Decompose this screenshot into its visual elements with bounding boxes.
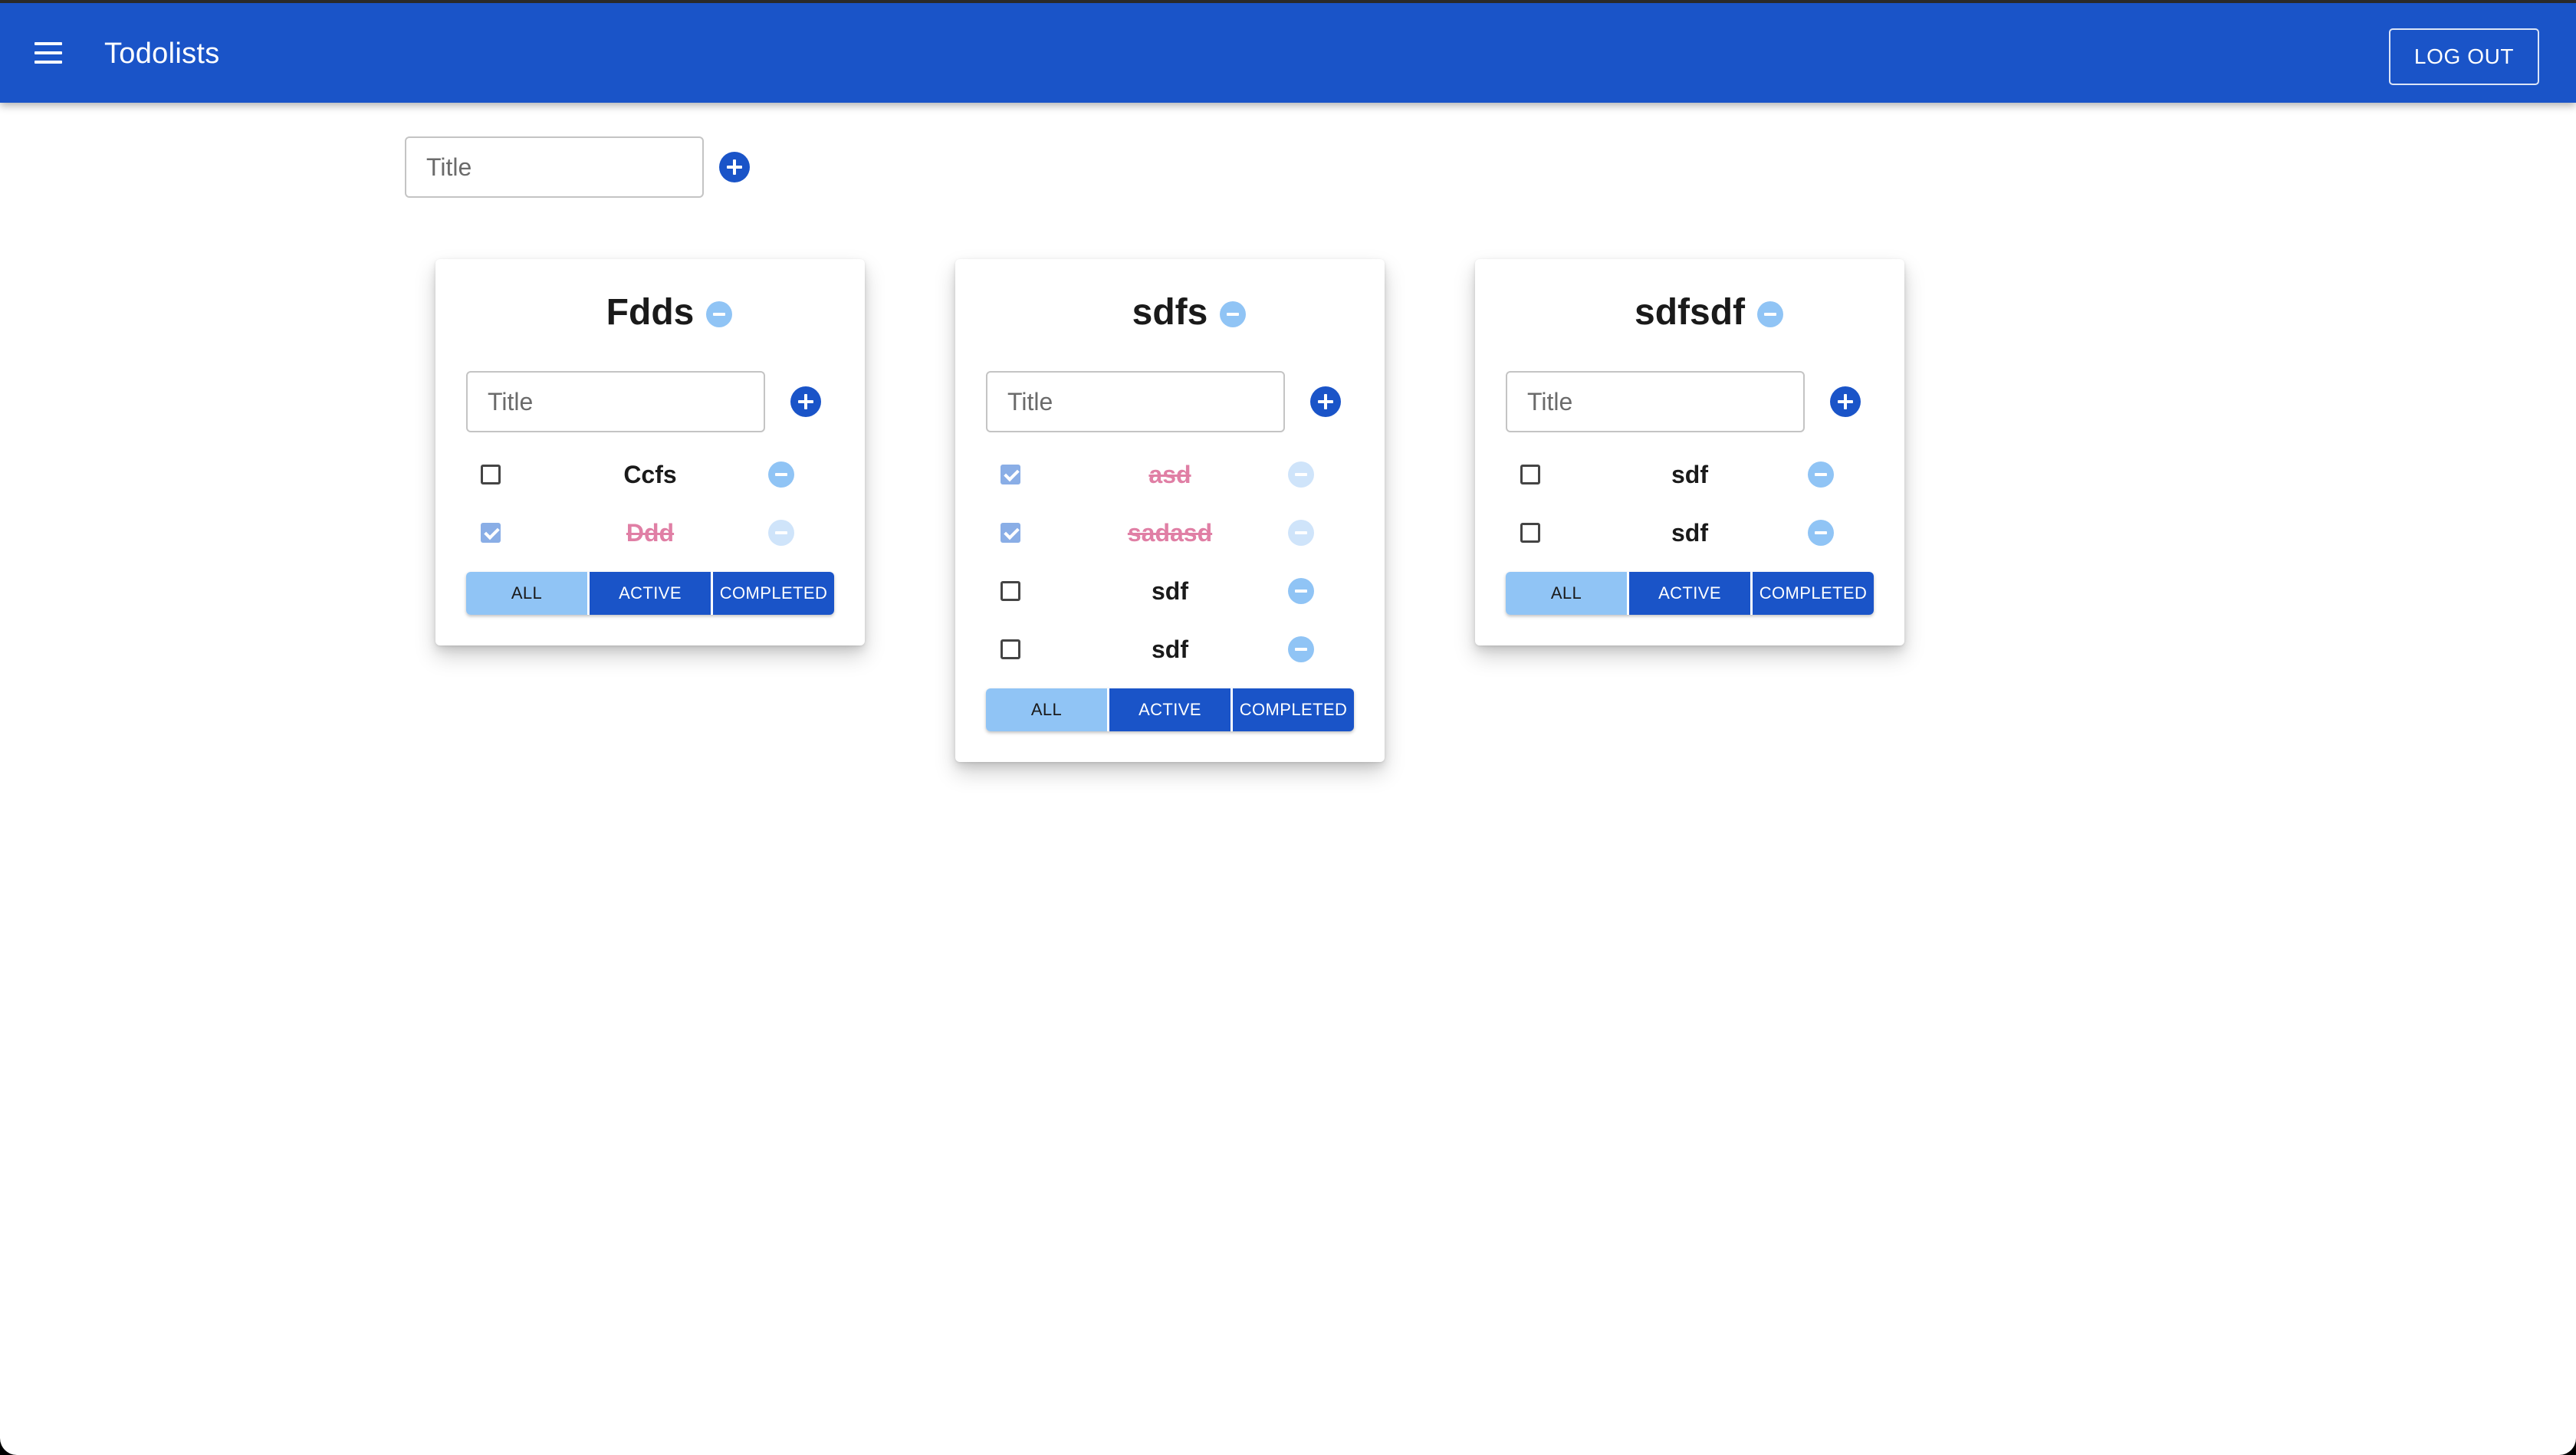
task-item: sdf xyxy=(1475,503,1904,561)
add-task-icon[interactable] xyxy=(1310,386,1341,417)
remove-list-icon[interactable] xyxy=(1220,301,1247,327)
todolist-card: sdfs asd sadasd sdf xyxy=(955,259,1385,762)
remove-task-icon[interactable] xyxy=(1288,520,1314,546)
filter-completed-button[interactable]: COMPLETED xyxy=(711,572,834,615)
new-task-input[interactable] xyxy=(468,373,764,431)
filter-all-button[interactable]: ALL xyxy=(1506,572,1627,615)
task-title[interactable]: sadasd xyxy=(1032,518,1308,547)
task-list: asd sadasd sdf sdf xyxy=(955,445,1385,678)
app-title: Todolists xyxy=(104,38,220,70)
remove-list-icon[interactable] xyxy=(706,301,733,327)
remove-task-icon[interactable] xyxy=(1288,578,1314,604)
task-checkbox[interactable] xyxy=(1001,639,1020,659)
task-item: sdf xyxy=(955,619,1385,678)
remove-task-icon[interactable] xyxy=(1808,520,1834,546)
filter-active-button[interactable]: ACTIVE xyxy=(587,572,711,615)
list-title[interactable]: sdfs xyxy=(1132,292,1208,333)
task-item: sdf xyxy=(1475,445,1904,503)
task-item: sadasd xyxy=(955,503,1385,561)
filter-completed-button[interactable]: COMPLETED xyxy=(1230,688,1354,731)
app-window: Todolists LOG OUT Fdds Ccfs xyxy=(0,0,2576,1455)
filter-button-group: ALL ACTIVE COMPLETED xyxy=(1506,572,1874,615)
filter-all-button[interactable]: ALL xyxy=(986,688,1107,731)
new-list-title-field xyxy=(405,136,704,198)
task-list: sdf sdf xyxy=(1475,445,1904,561)
remove-task-icon[interactable] xyxy=(1808,461,1834,488)
remove-task-icon[interactable] xyxy=(1288,461,1314,488)
task-item: asd xyxy=(955,445,1385,503)
filter-active-button[interactable]: ACTIVE xyxy=(1627,572,1750,615)
add-task-icon[interactable] xyxy=(1830,386,1861,417)
logout-button[interactable]: LOG OUT xyxy=(2389,28,2539,85)
new-task-input[interactable] xyxy=(1507,373,1803,431)
task-title[interactable]: sdf xyxy=(1032,635,1308,664)
filter-button-group: ALL ACTIVE COMPLETED xyxy=(986,688,1354,731)
new-task-field xyxy=(1506,371,1805,432)
list-title[interactable]: sdfsdf xyxy=(1635,292,1745,333)
task-item: Ddd xyxy=(435,503,865,561)
task-checkbox[interactable] xyxy=(481,465,501,484)
filter-active-button[interactable]: ACTIVE xyxy=(1107,688,1230,731)
task-item: Ccfs xyxy=(435,445,865,503)
task-checkbox[interactable] xyxy=(1520,523,1540,543)
task-checkbox[interactable] xyxy=(481,523,501,543)
filter-button-group: ALL ACTIVE COMPLETED xyxy=(466,572,834,615)
task-title[interactable]: sdf xyxy=(1032,576,1308,606)
task-checkbox[interactable] xyxy=(1001,523,1020,543)
menu-icon[interactable] xyxy=(29,36,67,70)
add-list-icon[interactable] xyxy=(719,152,750,182)
task-title[interactable]: Ddd xyxy=(512,518,788,547)
task-title[interactable]: Ccfs xyxy=(512,460,788,489)
add-task-icon[interactable] xyxy=(790,386,821,417)
remove-list-icon[interactable] xyxy=(1757,301,1783,327)
task-checkbox[interactable] xyxy=(1001,465,1020,484)
filter-all-button[interactable]: ALL xyxy=(466,572,587,615)
task-list: Ccfs Ddd xyxy=(435,445,865,561)
remove-task-icon[interactable] xyxy=(768,520,794,546)
app-bar: Todolists LOG OUT xyxy=(0,3,2576,103)
task-checkbox[interactable] xyxy=(1001,581,1020,601)
task-item: sdf xyxy=(955,561,1385,619)
todolist-card: Fdds Ccfs Ddd ALL ACTIVE COMPLETE xyxy=(435,259,865,645)
task-title[interactable]: asd xyxy=(1032,460,1308,489)
remove-task-icon[interactable] xyxy=(1288,636,1314,662)
new-task-field xyxy=(986,371,1285,432)
remove-task-icon[interactable] xyxy=(768,461,794,488)
list-title[interactable]: Fdds xyxy=(606,292,695,333)
todolist-card: sdfsdf sdf sdf ALL ACTIVE COMPLET xyxy=(1475,259,1904,645)
task-checkbox[interactable] xyxy=(1520,465,1540,484)
new-task-input[interactable] xyxy=(987,373,1283,431)
filter-completed-button[interactable]: COMPLETED xyxy=(1750,572,1874,615)
task-title[interactable]: sdf xyxy=(1552,460,1828,489)
new-task-field xyxy=(466,371,765,432)
task-title[interactable]: sdf xyxy=(1552,518,1828,547)
new-list-title-input[interactable] xyxy=(406,138,702,196)
